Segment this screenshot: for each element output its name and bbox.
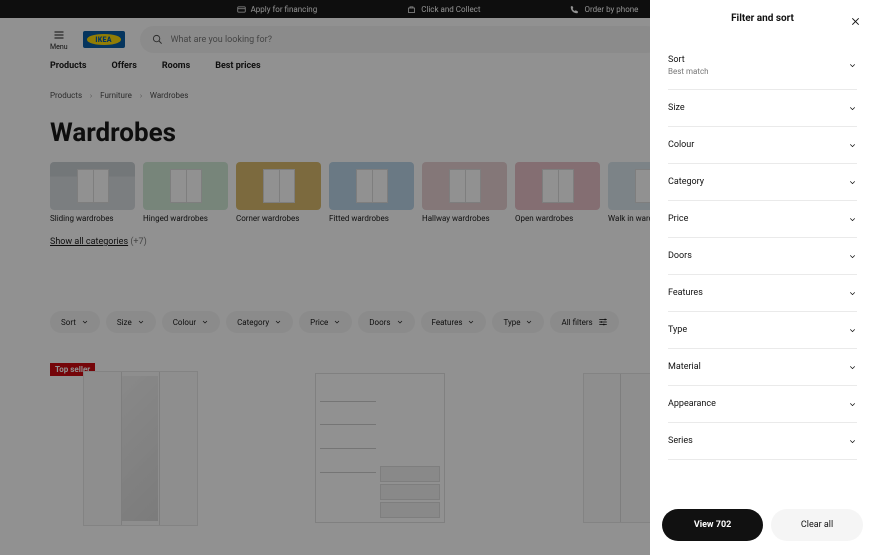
filter-material[interactable]: Material xyxy=(668,349,857,386)
chevron-down-icon xyxy=(848,141,857,150)
filter-doors[interactable]: Doors xyxy=(668,238,857,275)
panel-footer: View 702 Clear all xyxy=(650,495,875,555)
chevron-down-icon xyxy=(848,61,857,70)
filter-list: SortBest match Size Colour Category Pric… xyxy=(650,37,875,495)
filter-price[interactable]: Price xyxy=(668,201,857,238)
filter-sort[interactable]: SortBest match xyxy=(668,37,857,90)
close-button[interactable] xyxy=(850,12,861,31)
chevron-down-icon xyxy=(848,252,857,261)
chevron-down-icon xyxy=(848,363,857,372)
filter-appearance[interactable]: Appearance xyxy=(668,386,857,423)
clear-all-button[interactable]: Clear all xyxy=(771,509,863,541)
chevron-down-icon xyxy=(848,437,857,446)
filter-panel: Filter and sort SortBest match Size Colo… xyxy=(650,0,875,555)
close-icon xyxy=(850,16,861,27)
view-results-button[interactable]: View 702 xyxy=(662,509,763,541)
chevron-down-icon xyxy=(848,289,857,298)
filter-features[interactable]: Features xyxy=(668,275,857,312)
chevron-down-icon xyxy=(848,215,857,224)
chevron-down-icon xyxy=(848,326,857,335)
filter-size[interactable]: Size xyxy=(668,90,857,127)
panel-header: Filter and sort xyxy=(650,0,875,37)
chevron-down-icon xyxy=(848,104,857,113)
panel-title: Filter and sort xyxy=(731,13,794,24)
filter-category[interactable]: Category xyxy=(668,164,857,201)
chevron-down-icon xyxy=(848,400,857,409)
chevron-down-icon xyxy=(848,178,857,187)
filter-colour[interactable]: Colour xyxy=(668,127,857,164)
filter-type[interactable]: Type xyxy=(668,312,857,349)
filter-series[interactable]: Series xyxy=(668,423,857,460)
